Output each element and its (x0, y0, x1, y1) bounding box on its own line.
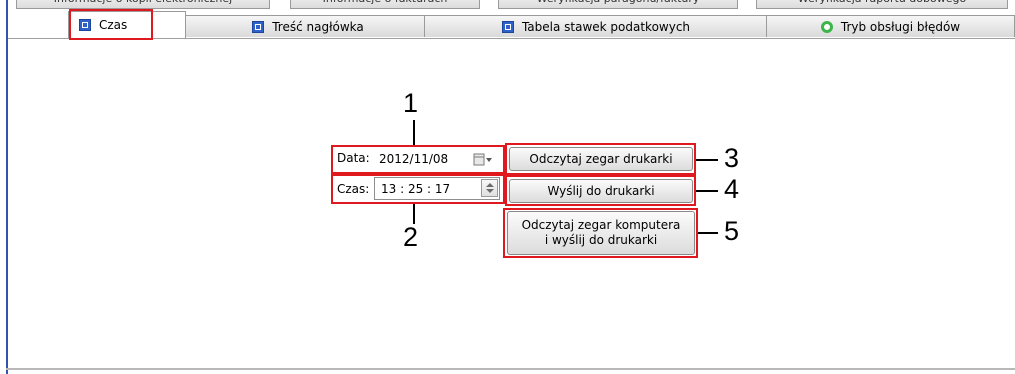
tab-header-content[interactable]: Treść nagłówka (182, 15, 434, 37)
time-input[interactable]: 13 : 25 : 17 (374, 177, 500, 200)
callout-4-line (696, 190, 718, 192)
highlight-active-tab (69, 9, 153, 40)
green-ring-icon (820, 20, 833, 33)
time-label: Czas: (337, 182, 370, 196)
callout-5: 5 (724, 216, 740, 246)
tab-label: Treść nagłówka (272, 19, 364, 34)
callout-1: 1 (403, 88, 419, 118)
send-to-printer-button[interactable]: Wyślij do drukarki (509, 179, 693, 203)
callout-4: 4 (724, 174, 740, 204)
tab-invoice-info[interactable]: Informacje o fakturach (290, 0, 480, 9)
callout-2: 2 (403, 222, 419, 252)
tab-error-mode[interactable]: Tryb obsługi błędów (766, 15, 1015, 37)
tab-row: Treść nagłówka Tabela stawek podatkowych… (8, 11, 1015, 38)
time-spinner[interactable] (481, 179, 498, 197)
callout-5-line (698, 232, 718, 234)
read-pc-clock-and-send-button[interactable]: Odczytaj zegar komputera i wyślij do dru… (507, 211, 695, 255)
tab-label: Tabela stawek podatkowych (521, 19, 691, 34)
date-label: Data: (337, 151, 370, 165)
date-value: 2012/11/08 (379, 152, 449, 166)
panel-bottom-border (6, 368, 1015, 370)
spin-down-icon[interactable] (486, 189, 494, 193)
read-printer-clock-button[interactable]: Odczytaj zegar drukarki (509, 147, 693, 171)
tab-receipt-verification[interactable]: Weryfikacja paragonu/faktury (498, 0, 738, 9)
callout-3-line (696, 159, 718, 161)
button-line-2: i wyślij do drukarki (544, 233, 658, 247)
button-line-1: Odczytaj zegar komputera (521, 218, 681, 232)
tab-electronic-copy-info[interactable]: Informacje o kopii elektronicznej (16, 0, 270, 9)
calendar-dropdown-icon[interactable] (473, 153, 493, 170)
callout-1-line (413, 120, 415, 145)
tab-daily-report-verification[interactable]: Weryfikacja raportu dobowego (756, 0, 1008, 9)
time-value: 13 : 25 : 17 (381, 181, 451, 196)
blue-square-icon (501, 20, 514, 33)
callout-3: 3 (724, 143, 740, 173)
spin-up-icon[interactable] (486, 183, 494, 187)
callout-2-line (413, 204, 415, 224)
background-tab-row: Informacje o kopii elektronicznej Inform… (8, 0, 1015, 9)
date-picker[interactable]: 2012/11/08 (374, 148, 500, 170)
tab-tax-rates[interactable]: Tabela stawek podatkowych (424, 15, 768, 37)
blue-square-icon (252, 20, 265, 33)
tab-label: Tryb obsługi błędów (840, 19, 961, 34)
